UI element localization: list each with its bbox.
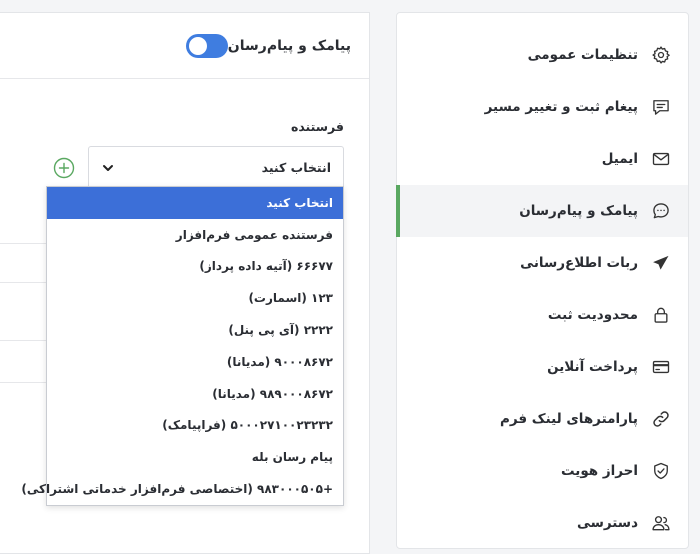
mail-icon bbox=[648, 146, 674, 172]
sidebar-item-label: دسترسی bbox=[576, 515, 638, 531]
sender-dropdown: انتخاب کنید فرستنده عمومی فرم‌افزار ۶۶۶۷… bbox=[21, 186, 344, 506]
send-icon bbox=[648, 250, 674, 276]
sidebar-item-redirect[interactable]: پیغام ثبت و تغییر مسیر bbox=[397, 81, 688, 133]
sender-label: فرستنده bbox=[290, 119, 344, 134]
shield-check-icon bbox=[648, 458, 674, 484]
dropdown-option[interactable]: انتخاب کنید bbox=[47, 187, 343, 219]
sidebar-item-general[interactable]: تنظیمات عمومی bbox=[397, 29, 688, 81]
gear-icon bbox=[648, 42, 674, 68]
panel-title: پیامک و پیام‌رسان bbox=[227, 37, 351, 54]
dropdown-option[interactable]: +۹۸۳۰۰۰۵۰۵ (اختصاصی فرم‌افزار خدماتی اشت… bbox=[21, 473, 343, 505]
users-icon bbox=[648, 510, 674, 536]
dropdown-option[interactable]: ۹۰۰۰۸۶۷۲ (مدیانا) bbox=[47, 346, 343, 378]
sidebar-item-limit[interactable]: محدودیت ثبت bbox=[397, 289, 688, 341]
sidebar-item-bot[interactable]: ربات اطلاع‌رسانی bbox=[397, 237, 688, 289]
sidebar-item-link-params[interactable]: پارامترهای لینک فرم bbox=[397, 393, 688, 445]
sidebar-item-email[interactable]: ایمیل bbox=[397, 133, 688, 185]
sidebar-item-label: محدودیت ثبت bbox=[547, 307, 638, 323]
table-row-divider bbox=[0, 282, 46, 283]
sidebar-item-label: تنظیمات عمومی bbox=[527, 47, 638, 63]
sidebar-item-label: پیامک و پیام‌رسان bbox=[519, 203, 638, 219]
background-table-edge bbox=[0, 243, 46, 383]
chat-icon bbox=[648, 198, 674, 224]
sms-toggle[interactable] bbox=[185, 33, 228, 58]
sidebar-item-sms[interactable]: پیامک و پیام‌رسان bbox=[396, 185, 688, 237]
panel-header: پیامک و پیام‌رسان bbox=[0, 13, 369, 79]
sidebar-item-auth[interactable]: احراز هویت bbox=[397, 445, 688, 497]
sidebar-item-payment[interactable]: پرداخت آنلاین bbox=[397, 341, 688, 393]
dropdown-option[interactable]: فرستنده عمومی فرم‌افزار bbox=[47, 219, 343, 251]
add-circle-icon[interactable] bbox=[53, 157, 75, 179]
sidebar-item-label: پارامترهای لینک فرم bbox=[499, 411, 638, 427]
dropdown-option[interactable]: پیام رسان بله bbox=[47, 441, 343, 473]
message-icon bbox=[648, 94, 674, 120]
credit-card-icon bbox=[648, 354, 674, 380]
link-icon bbox=[648, 406, 674, 432]
sidebar-item-label: ایمیل bbox=[601, 151, 638, 167]
settings-sidebar: تنظیمات عمومی پیغام ثبت و تغییر مسیر ایم… bbox=[396, 12, 689, 549]
dropdown-option[interactable]: ۶۶۶۷۷ (آتیه داده پرداز) bbox=[47, 251, 343, 283]
lock-icon bbox=[648, 302, 674, 328]
table-row-divider bbox=[0, 340, 46, 341]
sidebar-item-label: احراز هویت bbox=[560, 463, 638, 479]
sidebar-item-label: ربات اطلاع‌رسانی bbox=[520, 255, 638, 271]
sender-select-value: انتخاب کنید bbox=[261, 160, 331, 175]
sidebar-item-label: پیغام ثبت و تغییر مسیر bbox=[484, 99, 638, 115]
sidebar-item-label: پرداخت آنلاین bbox=[547, 359, 638, 375]
chevron-down-icon bbox=[103, 164, 113, 171]
sidebar-item-access[interactable]: دسترسی bbox=[397, 497, 688, 549]
dropdown-option[interactable]: ۱۲۳ (اسمارت) bbox=[47, 282, 343, 314]
sender-select[interactable]: انتخاب کنید bbox=[88, 146, 344, 188]
dropdown-option[interactable]: ۵۰۰۰۲۷۱۰۰۲۳۲۳۲ (فراپیامک) bbox=[47, 410, 343, 442]
dropdown-option[interactable]: ۲۲۲۲ (آی پی پنل) bbox=[47, 314, 343, 346]
dropdown-option[interactable]: ۹۸۹۰۰۰۸۶۷۲ (مدیانا) bbox=[47, 378, 343, 410]
